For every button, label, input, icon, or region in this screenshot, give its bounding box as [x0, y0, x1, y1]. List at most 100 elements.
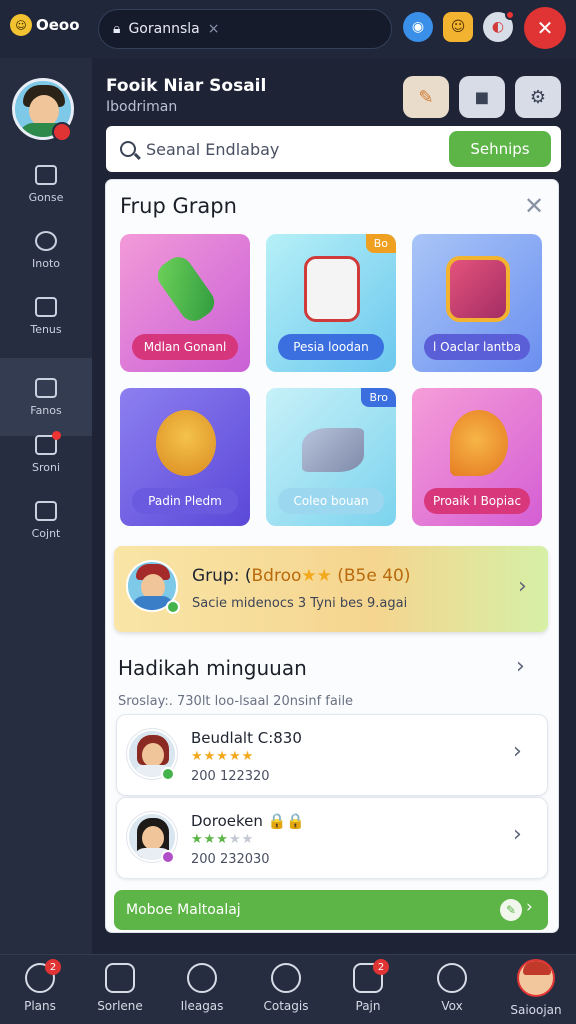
- nav-label: Vox: [441, 999, 463, 1013]
- sidebar-item-label: Inoto: [32, 256, 60, 270]
- tile-label: Pesia loodan: [278, 334, 384, 360]
- top-bar: ☺ Oeoo 🔒︎ Gorannsla × ◉ ☺ ◐ ✕: [0, 0, 576, 58]
- camera-icon: [35, 164, 57, 185]
- inbox-icon: 2: [353, 959, 389, 993]
- tile-label: l Oaclar lantba: [424, 334, 530, 360]
- nav-badge: 2: [373, 959, 389, 975]
- nav-label: Cotagis: [263, 999, 309, 1013]
- bottom-nav: 2 Plans Sorlene Ileagas Cotagis 2 Pajn V…: [0, 954, 576, 1024]
- page-subtitle: Ibodriman: [106, 99, 178, 115]
- puzzle-icon[interactable]: ◼: [459, 76, 505, 118]
- search-input[interactable]: Seanal Endlabay Sehnips: [106, 126, 561, 172]
- sidebar-item-sroni[interactable]: Sroni: [0, 424, 92, 484]
- nav-item-profile[interactable]: Saioojan: [496, 959, 576, 1017]
- chevron-right-icon[interactable]: ›: [516, 654, 525, 679]
- nav-item-vox[interactable]: Vox: [412, 963, 492, 1021]
- list-item[interactable]: Doroeken 🔒🔒 ★★★★★ 200 232030 ›: [116, 797, 548, 879]
- modal-title: Frup Grapn: [120, 194, 237, 218]
- circle-icon: [35, 230, 57, 251]
- chevron-right-icon: ›: [526, 897, 533, 917]
- avatar: [517, 959, 555, 997]
- group-tile[interactable]: Bo Pesia loodan: [266, 234, 396, 372]
- group-subtitle: Sacie midenocs 3 Tyni bes 9.agai: [192, 596, 408, 611]
- edit-icon: [35, 296, 57, 317]
- search-button[interactable]: Sehnips: [449, 131, 551, 167]
- chevron-right-icon: ›: [518, 574, 527, 599]
- sidebar-item-label: Tenus: [30, 322, 62, 336]
- tool-icon[interactable]: ✎: [403, 76, 449, 118]
- action-button[interactable]: Moboe Maltoalaj ✎ ›: [114, 890, 548, 930]
- app-logo[interactable]: ☺ Oeoo: [10, 14, 80, 36]
- user-icon: [187, 963, 217, 993]
- tile-label: Coleo bouan: [278, 488, 384, 514]
- tile-label: Padin Pledm: [132, 488, 238, 514]
- page-title: Fooik Niar Sosail: [106, 76, 267, 96]
- logo-label: Oeoo: [36, 16, 80, 34]
- gear-icon[interactable]: ⚙: [515, 76, 561, 118]
- chat-icon: [271, 963, 301, 993]
- chat-icon: [35, 430, 61, 455]
- url-clear-button[interactable]: ×: [208, 21, 220, 37]
- nav-item-pajn[interactable]: 2 Pajn: [328, 959, 408, 1021]
- nav-item-sorlene[interactable]: Sorlene: [80, 963, 160, 1021]
- browser-icon[interactable]: ◉: [403, 12, 433, 42]
- group-modal: Frup Grapn ✕ Mdlan Gonanl Bo Pesia looda…: [106, 180, 558, 932]
- chevron-right-icon: ›: [513, 739, 522, 764]
- nav-label: Saioojan: [510, 1003, 562, 1017]
- sidebar: Gonse Inoto Tenus Fanos Sroni Cojnt: [0, 58, 92, 954]
- nav-label: Pajn: [355, 999, 381, 1013]
- search-placeholder: Seanal Endlabay: [146, 139, 280, 159]
- tile-art: [450, 410, 508, 476]
- lock-icon: 🔒︎: [113, 21, 121, 37]
- sidebar-item-tenus[interactable]: Tenus: [0, 286, 92, 346]
- group-tile[interactable]: Mdlan Gonanl: [120, 234, 250, 372]
- tile-tag: Bro: [361, 388, 396, 407]
- group-tile[interactable]: Padin Pledm: [120, 388, 250, 526]
- url-text: Gorannsla: [128, 21, 200, 37]
- nav-label: Plans: [24, 999, 56, 1013]
- close-app-button[interactable]: ✕: [524, 7, 566, 49]
- nav-item-ileagas[interactable]: Ileagas: [162, 963, 242, 1021]
- info-icon: [437, 963, 467, 993]
- sidebar-item-label: Gonse: [28, 190, 64, 204]
- tile-art: [446, 256, 510, 322]
- notification-icon[interactable]: ◐: [483, 10, 515, 42]
- nav-item-plans[interactable]: 2 Plans: [0, 959, 80, 1021]
- star-rating: ★★★★★: [191, 832, 255, 847]
- tile-label: Proaik l Bopiac: [424, 488, 530, 514]
- edit-icon: ✎: [500, 899, 522, 921]
- heart-icon: 2: [25, 959, 61, 993]
- group-tile[interactable]: Proaik l Bopiac: [412, 388, 542, 526]
- nav-label: Ileagas: [180, 999, 224, 1013]
- avatar-badge: [52, 122, 72, 142]
- search-icon: [120, 141, 136, 157]
- tile-art: [302, 428, 364, 472]
- user-date: 200 122320: [191, 769, 270, 784]
- tile-tag: Bo: [365, 234, 396, 253]
- sidebar-item-gonse[interactable]: Gonse: [0, 154, 92, 214]
- nav-item-cotagis[interactable]: Cotagis: [246, 963, 326, 1021]
- group-tile[interactable]: l Oaclar lantba: [412, 234, 542, 372]
- group-tile[interactable]: Bro Coleo bouan: [266, 388, 396, 526]
- url-bar[interactable]: 🔒︎ Gorannsla ×: [98, 9, 392, 49]
- sidebar-item-label: Cojnt: [31, 526, 61, 540]
- section-subtitle: Sroslay:. 730lt loo-lsaal 20nsinf faile: [118, 694, 354, 709]
- section-title: Hadikah minguuan: [118, 656, 307, 680]
- list-item[interactable]: Beudlalt C:830 ★★★★★ 200 122320 ›: [116, 714, 548, 796]
- emoji-icon[interactable]: ☺: [443, 12, 473, 42]
- tile-label: Mdlan Gonanl: [132, 334, 238, 360]
- user-name: Doroeken 🔒🔒: [191, 812, 305, 830]
- group-card[interactable]: Grup: (Bdroo★★ (B5e 40) Sacie midenocs 3…: [114, 546, 548, 632]
- logo-icon: ☺: [10, 14, 32, 36]
- sidebar-item-cojnt[interactable]: Cojnt: [0, 490, 92, 550]
- star-rating: ★★★★★: [191, 749, 255, 764]
- sidebar-item-inoto[interactable]: Inoto: [0, 220, 92, 280]
- user-date: 200 232030: [191, 852, 270, 867]
- group-title: Grup: (Bdroo★★ (B5e 40): [192, 566, 411, 586]
- close-icon[interactable]: ✕: [524, 192, 544, 220]
- action-label: Moboe Maltoalaj: [126, 902, 241, 918]
- online-badge: [161, 850, 175, 864]
- tile-art: [304, 256, 360, 322]
- online-badge: [166, 600, 180, 614]
- lock-icon: [35, 500, 57, 521]
